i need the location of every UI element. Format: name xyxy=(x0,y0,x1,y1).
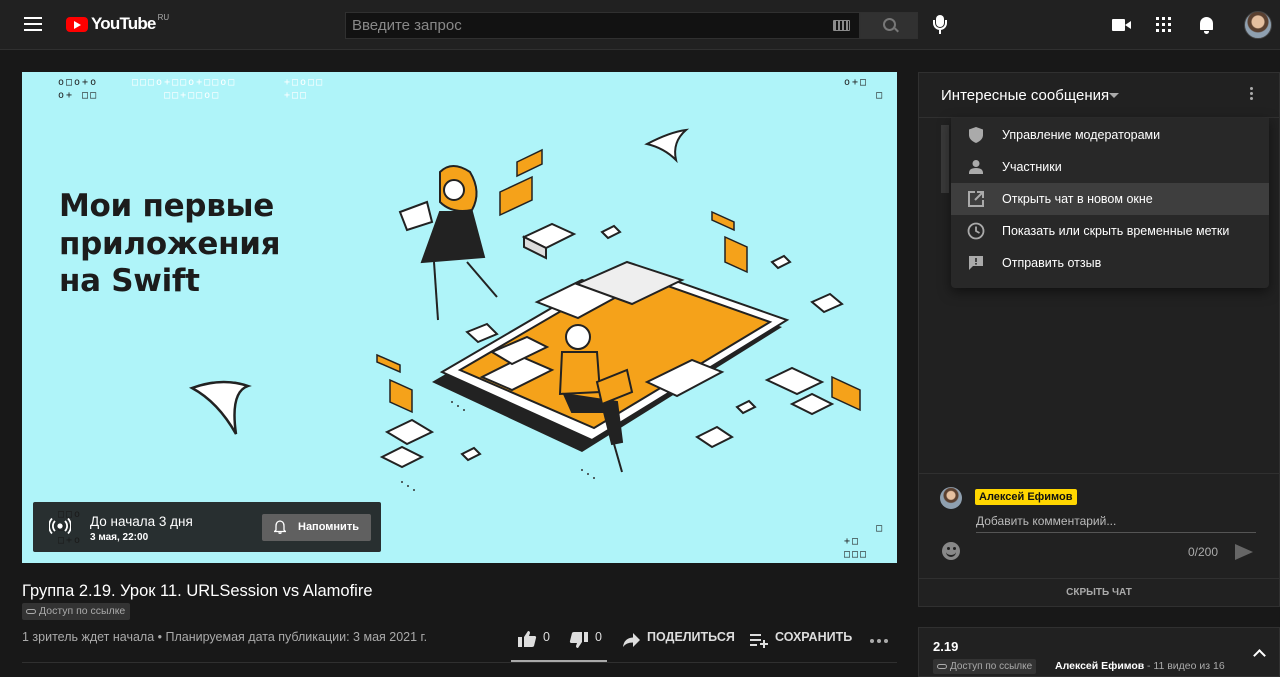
search-button[interactable] xyxy=(860,12,918,39)
link-icon xyxy=(937,664,947,669)
logo-text: YouTube xyxy=(91,14,156,33)
shield-icon xyxy=(969,127,983,143)
live-broadcast-icon xyxy=(49,517,71,535)
link-icon xyxy=(26,609,36,614)
feedback-icon xyxy=(969,256,983,270)
author-name-chip: Алексей Ефимов xyxy=(975,489,1077,505)
compose-avatar xyxy=(940,487,962,509)
search-input[interactable] xyxy=(346,13,859,38)
like-ratio-bar xyxy=(511,660,607,662)
menu-item-participants[interactable]: Участники xyxy=(951,151,1269,183)
share-button[interactable]: ПОДЕЛИТЬСЯ xyxy=(647,630,735,644)
remind-label: Напомнить xyxy=(298,521,359,533)
user-avatar[interactable] xyxy=(1244,11,1272,39)
person-icon xyxy=(969,160,983,174)
keyboard-icon[interactable] xyxy=(833,20,850,31)
menu-item-moderators[interactable]: Управление модераторами xyxy=(951,119,1269,151)
menu-item-timestamps[interactable]: Показать или скрыть временные метки xyxy=(951,215,1269,247)
apps-grid-icon[interactable] xyxy=(1156,17,1171,32)
countdown-datetime: 3 мая, 22:00 xyxy=(90,532,149,543)
chat-options-menu: Управление модераторами Участники Открыт… xyxy=(951,118,1269,288)
logo-region: RU xyxy=(157,12,170,22)
video-meta: 1 зритель ждет начала • Планируемая дата… xyxy=(22,630,428,644)
chat-more-icon[interactable] xyxy=(1250,87,1253,100)
chat-message-input[interactable]: Добавить комментарий... xyxy=(976,514,1256,533)
remind-button[interactable]: Напомнить xyxy=(262,514,371,541)
open-in-new-icon xyxy=(968,191,984,207)
send-icon[interactable] xyxy=(1235,544,1253,560)
save-to-playlist-icon[interactable] xyxy=(749,632,769,648)
notifications-bell-icon[interactable] xyxy=(1199,16,1214,34)
youtube-play-icon xyxy=(66,16,88,32)
playlist-privacy-label: Доступ по ссылке xyxy=(950,661,1033,672)
menu-icon[interactable] xyxy=(24,17,42,31)
bell-icon xyxy=(274,520,286,534)
privacy-label: Доступ по ссылке xyxy=(39,605,126,617)
thumbs-up-icon[interactable] xyxy=(517,630,537,648)
menu-item-label: Участники xyxy=(1002,160,1062,174)
hide-chat-button[interactable]: СКРЫТЬ ЧАТ xyxy=(918,578,1280,607)
chat-mode-dropdown[interactable]: Интересные сообщения xyxy=(941,87,1109,104)
share-icon[interactable] xyxy=(622,632,641,648)
countdown-overlay: До начала 3 дня 3 мая, 22:00 Напомнить xyxy=(33,502,381,552)
divider xyxy=(22,662,897,663)
playlist-title[interactable]: 2.19 xyxy=(933,639,958,654)
dislike-count: 0 xyxy=(595,630,602,644)
more-actions-icon[interactable] xyxy=(870,639,888,643)
char-counter: 0/200 xyxy=(1188,545,1219,559)
menu-item-label: Отправить отзыв xyxy=(1002,256,1102,270)
thumbnail-illustration xyxy=(188,128,861,491)
clock-icon xyxy=(967,222,985,240)
save-button[interactable]: СОХРАНИТЬ xyxy=(775,630,852,644)
chat-compose-area: Алексей Ефимов Добавить комментарий... 0… xyxy=(918,473,1280,578)
create-video-icon[interactable] xyxy=(1112,19,1131,31)
video-player[interactable]: o□o+o o+ □□ □□□o+□□o+□□o□ □□+□□o□ +□o□□ +□… xyxy=(22,72,897,563)
chat-header: Интересные сообщения xyxy=(919,73,1279,118)
like-count: 0 xyxy=(543,630,550,644)
emoji-icon[interactable] xyxy=(942,542,960,560)
countdown-text: До начала 3 дня xyxy=(90,514,193,529)
playlist-owner[interactable]: Алексей Ефимов xyxy=(1055,660,1144,672)
menu-item-label: Управление модераторами xyxy=(1002,128,1161,142)
chat-message-placeholder xyxy=(941,125,949,193)
youtube-logo[interactable]: YouTube RU xyxy=(66,12,170,34)
menu-item-label: Показать или скрыть временные метки xyxy=(1002,224,1230,238)
video-title: Группа 2.19. Урок 11. URLSession vs Alam… xyxy=(22,582,373,600)
microphone-icon[interactable] xyxy=(933,15,947,35)
top-bar: YouTube RU xyxy=(0,0,1280,50)
thumbs-down-icon[interactable] xyxy=(569,631,589,649)
playlist-count: - 11 видео из 16 xyxy=(1147,660,1225,672)
chevron-up-icon[interactable] xyxy=(1253,649,1266,662)
search-box xyxy=(345,12,860,39)
chevron-down-icon[interactable] xyxy=(1109,93,1119,98)
playlist-privacy-badge: Доступ по ссылке xyxy=(933,659,1037,674)
privacy-badge: Доступ по ссылке xyxy=(22,603,131,620)
menu-item-feedback[interactable]: Отправить отзыв xyxy=(951,247,1269,279)
menu-item-popout-chat[interactable]: Открыть чат в новом окне xyxy=(951,183,1269,215)
menu-item-label: Открыть чат в новом окне xyxy=(1002,192,1153,206)
